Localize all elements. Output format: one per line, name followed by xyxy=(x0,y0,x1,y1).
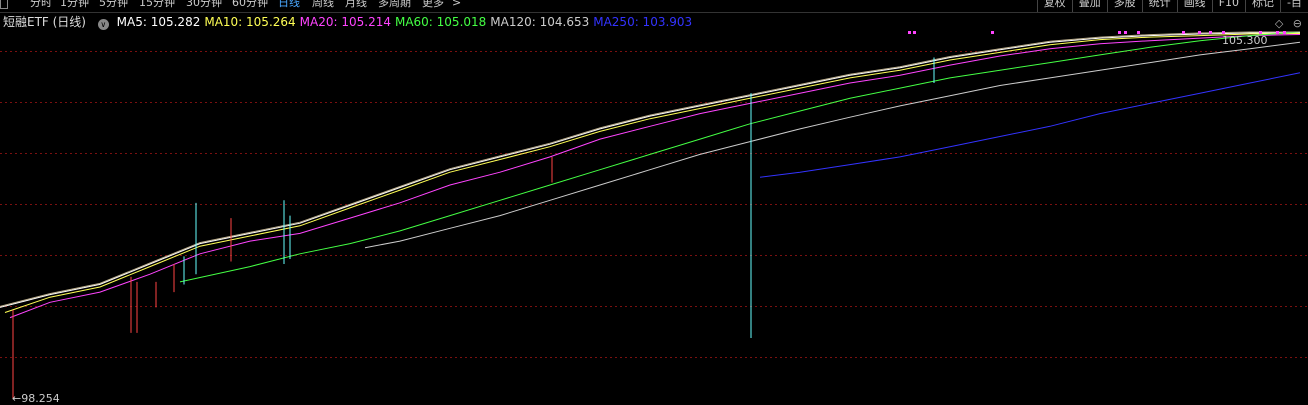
timeframe-toolbar: 分时 1分钟 5分钟 15分钟 30分钟 60分钟 日线 周线 月线 多周期 更多 > 复权 叠加 多股统… xyxy=(0,0,1308,12)
toolbar-button-7[interactable]: -目 xyxy=(1280,0,1308,12)
marker-6 xyxy=(1182,31,1185,34)
marker-2 xyxy=(991,31,994,34)
marker-5 xyxy=(1137,31,1140,34)
tab-timeframe-9[interactable]: 多周期 xyxy=(378,0,411,9)
tab-timeframe-2[interactable]: 5分钟 xyxy=(99,0,128,9)
series-ma60 xyxy=(179,31,1301,283)
marker-12 xyxy=(1283,31,1286,34)
toolbar-button-0[interactable]: 复权 xyxy=(1036,0,1072,12)
toolbar-button-6[interactable]: 标记 xyxy=(1245,0,1280,12)
toolbar-button-3[interactable]: 统计 xyxy=(1141,0,1177,12)
ma-value-5: MA250: 103.903 xyxy=(593,15,693,29)
series-ma10 xyxy=(4,33,1301,313)
marker-7 xyxy=(1198,31,1201,34)
tab-timeframe-3[interactable]: 15分钟 xyxy=(139,0,175,9)
marker-1 xyxy=(913,31,916,34)
ma-value-2: MA20: 105.214 xyxy=(299,15,391,29)
series-ma20 xyxy=(9,34,1301,319)
tab-timeframe-7[interactable]: 周线 xyxy=(312,0,334,9)
marker-3 xyxy=(1118,31,1121,34)
chevron-down-icon[interactable]: ∨ xyxy=(97,19,109,30)
more-chevron-icon[interactable]: > xyxy=(452,0,461,9)
tab-timeframe-0[interactable]: 分时 xyxy=(30,0,52,9)
minus-circle-icon[interactable]: ⊖ xyxy=(1293,17,1302,30)
toolbar-button-1[interactable]: 叠加 xyxy=(1071,0,1107,12)
toolbar-button-2[interactable]: 多股 xyxy=(1106,0,1142,12)
menu-square-icon[interactable] xyxy=(0,0,8,9)
marker-4 xyxy=(1124,31,1127,34)
low-price-value: 98.254 xyxy=(21,392,60,405)
ma-value-4: MA120: 104.653 xyxy=(490,15,590,29)
toolbar-button-5[interactable]: F10 xyxy=(1211,0,1245,12)
tab-timeframe-6[interactable]: 日线 xyxy=(278,0,300,9)
ma-value-1: MA10: 105.264 xyxy=(204,15,296,29)
series-ma120 xyxy=(364,41,1301,249)
toolbar-button-4[interactable]: 画线 xyxy=(1176,0,1212,12)
tab-timeframe-4[interactable]: 30分钟 xyxy=(186,0,222,9)
kline-chart[interactable] xyxy=(0,0,1308,404)
security-title: 短融ETF (日线) xyxy=(3,15,86,29)
chart-controls: ◇ ⊖ xyxy=(1269,17,1302,30)
diamond-icon[interactable]: ◇ xyxy=(1275,17,1283,30)
marker-0 xyxy=(908,31,911,34)
tab-timeframe-10[interactable]: 更多 xyxy=(422,0,444,9)
ma-value-0: MA5: 105.282 xyxy=(116,15,201,29)
high-price-label: 105.300 xyxy=(1222,33,1268,47)
tab-timeframe-1[interactable]: 1分钟 xyxy=(60,0,89,9)
series-ma250 xyxy=(759,72,1301,178)
marker-11 xyxy=(1276,31,1279,34)
low-price-label: ←98.254 xyxy=(12,392,60,405)
indicator-legend: 短融ETF (日线) ∨ MA5: 105.282 MA10: 105.264 MA… xyxy=(3,14,700,30)
marker-8 xyxy=(1209,31,1212,34)
tool-buttons: 复权 叠加 多股 统计 画线 F10 标记 -目 xyxy=(1036,0,1308,12)
ma-value-3: MA60: 105.018 xyxy=(394,15,487,29)
tab-timeframe-8[interactable]: 月线 xyxy=(345,0,367,9)
tab-timeframe-5[interactable]: 60分钟 xyxy=(232,0,268,9)
